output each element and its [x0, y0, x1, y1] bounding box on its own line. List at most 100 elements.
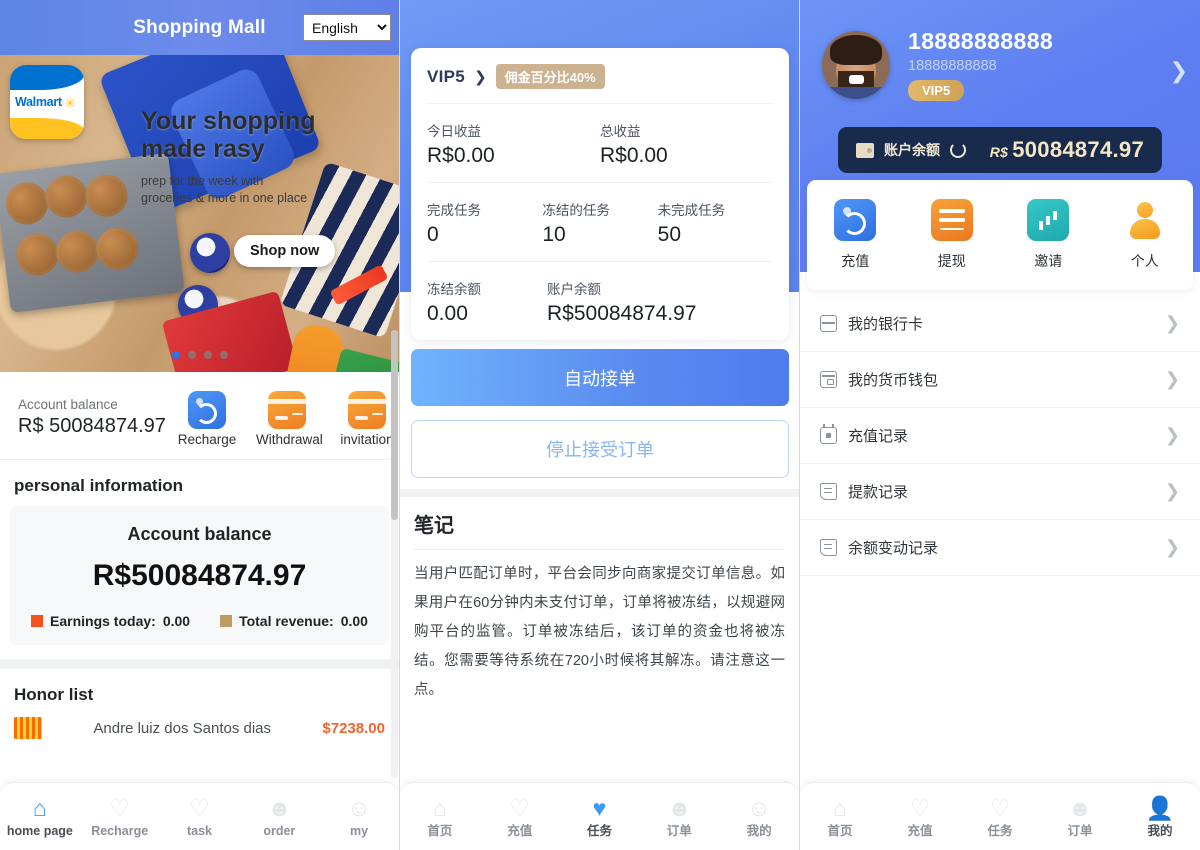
- tab-recharge[interactable]: ♡ 充值: [880, 795, 960, 839]
- commission-badge: 佣金百分比40%: [495, 64, 605, 89]
- quick-action-label: 充值: [841, 253, 870, 269]
- tab-my[interactable]: ☺ my: [319, 795, 399, 839]
- card-icon: [348, 390, 386, 429]
- language-select[interactable]: English: [303, 14, 391, 41]
- tab-task[interactable]: ♡ 任务: [960, 795, 1040, 839]
- legend-swatch: [220, 615, 233, 627]
- tab-recharge[interactable]: ♡ 充值: [480, 795, 560, 839]
- tab-my[interactable]: ☺ 我的: [719, 795, 799, 839]
- menu-item-currency-wallet[interactable]: 我的货币钱包 ❯: [800, 352, 1200, 408]
- tab-order[interactable]: ☻ 订单: [639, 795, 719, 839]
- order-icon: ☻: [1067, 795, 1093, 822]
- banner-subline-2: groceries & more in one place: [141, 190, 308, 205]
- stat-label: 冻结的任务: [542, 203, 610, 218]
- stat-label: 完成任务: [427, 203, 481, 218]
- tab-label: task: [186, 823, 212, 838]
- panel-profile: 18888888888 18888888888 VIP5 ❯ 账户余额 R$ 50…: [800, 0, 1200, 850]
- quick-action-invitation[interactable]: invitation: [336, 390, 398, 447]
- tab-order[interactable]: ☻ 订单: [1040, 795, 1120, 839]
- avatar: [822, 30, 890, 99]
- carousel-dot[interactable]: [219, 351, 228, 359]
- stat-value: R$0.00: [427, 144, 495, 167]
- tab-my[interactable]: 👤 我的: [1120, 795, 1200, 839]
- total-revenue-value: 0.00: [340, 613, 368, 629]
- notes-body: 当用户匹配订单时，平台会同步向商家提交订单信息。如果用户在60分钟内未支付订单，…: [414, 566, 785, 698]
- vip-row[interactable]: VIP5 ❯ 佣金百分比40%: [427, 64, 773, 103]
- calendar-icon: [820, 424, 837, 444]
- account-balance-label: 账户余额: [884, 142, 940, 158]
- app-header: Shopping Mall English: [0, 0, 399, 55]
- list-item[interactable]: Andre luiz dos Santos dias $7238.00: [0, 715, 399, 741]
- account-balance-bar: 账户余额 R$ 50084874.97: [838, 127, 1162, 173]
- stat-value: R$0.00: [600, 144, 668, 167]
- chevron-right-icon[interactable]: ❯: [1170, 58, 1188, 84]
- stat-account-balance: 账户余额 R$50084874.97: [547, 278, 773, 326]
- document-icon: [820, 483, 837, 500]
- tab-label: 充值: [907, 823, 933, 838]
- wallet-icon: [856, 142, 874, 158]
- stat-value: 50: [657, 223, 682, 246]
- scrollbar[interactable]: [391, 330, 398, 778]
- task-icon: ♥: [592, 795, 607, 822]
- chevron-right-icon: ❯: [1164, 313, 1180, 333]
- quick-action-withdraw[interactable]: 提现: [904, 199, 1001, 271]
- notes-section: 笔记 当用户匹配订单时，平台会同步向商家提交订单信息。如果用户在60分钟内未支付…: [400, 497, 799, 705]
- quick-action-person[interactable]: 个人: [1097, 199, 1194, 271]
- quick-action-recharge[interactable]: Recharge: [176, 390, 238, 447]
- menu-item-bank-card[interactable]: 我的银行卡 ❯: [800, 296, 1200, 352]
- earnings-today-label: Earnings today:: [50, 613, 156, 629]
- stat-value: 0.00: [427, 302, 468, 325]
- stat-label: 账户余额: [547, 282, 601, 297]
- refresh-icon[interactable]: [950, 142, 966, 158]
- quick-action-withdrawal[interactable]: Withdrawal: [256, 390, 323, 447]
- tab-label: 我的: [1147, 823, 1173, 838]
- home-icon: ⌂: [32, 795, 47, 822]
- menu-item-withdrawal-records[interactable]: 提款记录 ❯: [800, 464, 1200, 520]
- carousel-dots[interactable]: [0, 351, 399, 359]
- chevron-right-icon: ❯: [474, 68, 487, 86]
- banner-copy: Your shopping made rasy prep for the wee…: [141, 107, 391, 207]
- order-icon: ☻: [667, 795, 692, 822]
- balance-label: Account balance: [18, 397, 118, 412]
- quick-action-recharge[interactable]: 充值: [807, 199, 904, 271]
- earnings-today-stat: Earnings today: 0.00: [31, 613, 190, 629]
- shop-now-button[interactable]: Shop now: [234, 235, 336, 267]
- quick-action-invite[interactable]: 邀请: [1000, 199, 1097, 271]
- balance-strip: Account balance R$ 50084874.97 Recharge …: [0, 372, 399, 460]
- tab-label: 首页: [427, 823, 453, 838]
- scrollbar-thumb[interactable]: [391, 330, 398, 520]
- bottom-tabbar: ⌂ 首页 ♡ 充值 ♡ 任务 ☻ 订单 👤 我的: [800, 782, 1200, 850]
- earnings-today-value: 0.00: [162, 613, 191, 629]
- user-summary[interactable]: 18888888888 18888888888 VIP5: [822, 28, 1186, 101]
- carousel-dot[interactable]: [203, 351, 212, 359]
- order-icon: ☻: [267, 795, 292, 822]
- tab-task[interactable]: ♥ 任务: [560, 795, 640, 839]
- banner-headline-2: made rasy: [141, 135, 265, 163]
- stop-accepting-orders-button[interactable]: 停止接受订单: [411, 420, 789, 478]
- tab-label: my: [350, 823, 369, 838]
- recharge-icon: ♡: [909, 795, 931, 822]
- tab-label: order: [263, 823, 296, 838]
- stat-value: 10: [542, 223, 566, 246]
- banner-subline-1: prep for the week with: [141, 174, 264, 188]
- section-divider: [0, 659, 399, 669]
- menu-item-recharge-records[interactable]: 充值记录 ❯: [800, 408, 1200, 464]
- promo-banner-carousel[interactable]: Walmart ✳ Your shopping made rasy prep f…: [0, 55, 399, 372]
- tab-recharge[interactable]: ♡ Recharge: [80, 795, 160, 839]
- auto-accept-order-button[interactable]: 自动接单: [411, 349, 789, 406]
- stat-label: 冻结余额: [427, 282, 481, 297]
- tab-home[interactable]: ⌂ 首页: [800, 795, 880, 839]
- chevron-right-icon: ❯: [1164, 537, 1180, 557]
- tab-task[interactable]: ♡ task: [160, 795, 240, 839]
- menu-item-balance-change-records[interactable]: 余额变动记录 ❯: [800, 520, 1200, 576]
- stat-total-earnings: 总收益 R$0.00: [600, 120, 773, 168]
- tab-home[interactable]: ⌂ home page: [0, 795, 80, 839]
- tab-order[interactable]: ☻ order: [239, 795, 319, 839]
- carousel-dot[interactable]: [171, 351, 180, 359]
- quick-action-label: 邀请: [1034, 253, 1063, 269]
- menu-item-label: 充值记录: [848, 428, 909, 445]
- carousel-dot[interactable]: [187, 351, 196, 359]
- tab-home[interactable]: ⌂ 首页: [400, 795, 480, 839]
- chevron-right-icon: ❯: [1164, 425, 1180, 445]
- stat-label: 今日收益: [427, 124, 481, 139]
